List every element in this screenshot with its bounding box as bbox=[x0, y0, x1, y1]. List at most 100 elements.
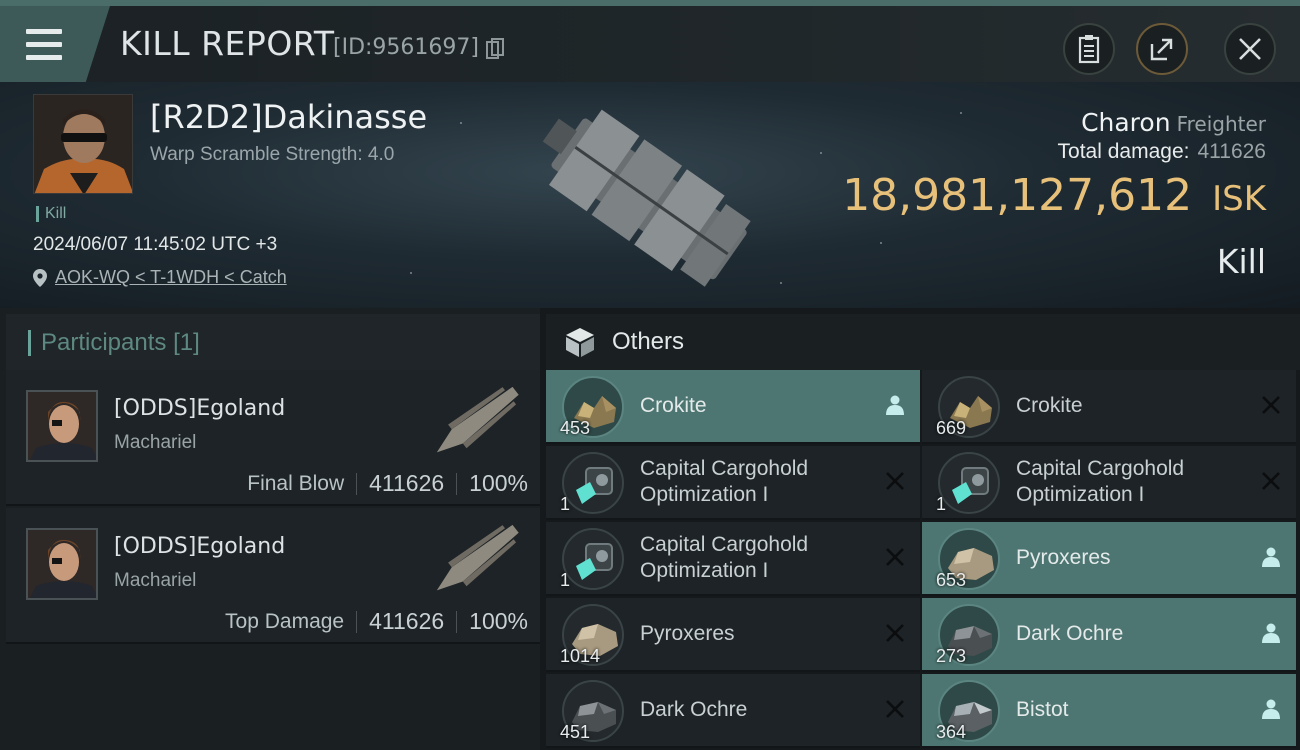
participant-stats: Final Blow 411626 100% bbox=[247, 470, 528, 497]
item-quantity: 1 bbox=[560, 494, 571, 514]
participant-name: [ODDS]Egoland bbox=[114, 534, 286, 559]
item-quantity: 273 bbox=[936, 646, 967, 666]
participant-stats: Top Damage 411626 100% bbox=[225, 608, 528, 635]
share-icon bbox=[1150, 38, 1173, 61]
others-header: Others bbox=[546, 314, 1300, 370]
kill-datetime: 2024/06/07 11:45:02 UTC +3 bbox=[33, 234, 278, 255]
participant-row[interactable]: [ODDS]Egoland Machariel Top Damage 41162… bbox=[6, 508, 540, 644]
item-name: Capital Cargohold Optimization I bbox=[640, 533, 809, 582]
page-title: KILL REPORT bbox=[120, 24, 335, 63]
hamburger-icon bbox=[26, 25, 62, 64]
item-row[interactable]: 364 Bistot bbox=[922, 674, 1296, 748]
participant-ship-image bbox=[436, 524, 519, 591]
ship-image bbox=[542, 109, 751, 287]
close-button[interactable] bbox=[1224, 23, 1276, 75]
header-bar: KILL REPORT [ID:9561697] bbox=[0, 0, 1300, 82]
dropped-icon bbox=[1260, 622, 1282, 644]
rig-icon bbox=[938, 452, 1000, 514]
item-row[interactable]: 1 Capital Cargohold Optimization I bbox=[546, 446, 920, 520]
item-quantity: 1014 bbox=[560, 646, 601, 666]
item-quantity: 653 bbox=[936, 570, 967, 590]
item-name: Dark Ochre bbox=[640, 698, 748, 721]
ship-class: Freighter bbox=[1176, 112, 1266, 136]
participant-ship: Machariel bbox=[114, 432, 197, 453]
item-quantity: 453 bbox=[560, 418, 591, 438]
isk-amount: 18,981,127,612 bbox=[842, 170, 1193, 221]
participants-label: Participants bbox=[41, 329, 167, 356]
avatar bbox=[34, 95, 132, 193]
item-quantity: 1 bbox=[560, 570, 571, 590]
victim-panel: [R2D2]Dakinasse Warp Scramble Strength: … bbox=[0, 82, 1300, 308]
location-pin-icon bbox=[33, 268, 47, 287]
participants-header: Participants [1] bbox=[6, 314, 540, 372]
clipboard-icon bbox=[1078, 35, 1100, 64]
destroyed-icon bbox=[1260, 470, 1282, 492]
warp-scramble-strength: Warp Scramble Strength: 4.0 bbox=[150, 144, 395, 165]
dropped-icon bbox=[1260, 698, 1282, 720]
item-name: Capital Cargohold Optimization I bbox=[640, 457, 809, 506]
dropped-icon bbox=[1260, 546, 1282, 568]
participant-ship-image bbox=[436, 386, 519, 453]
ship-type: Charon bbox=[1081, 108, 1171, 137]
section-marker bbox=[28, 330, 31, 356]
participant-percent: 100% bbox=[469, 608, 528, 634]
item-name: Dark Ochre bbox=[1016, 622, 1124, 645]
participants-count: [1] bbox=[173, 329, 200, 356]
item-name: Crokite bbox=[640, 394, 707, 417]
dropped-icon bbox=[884, 394, 906, 416]
item-row[interactable]: 451 Dark Ochre bbox=[546, 674, 920, 748]
item-row[interactable]: 453 Crokite bbox=[546, 370, 920, 444]
item-row[interactable]: 273 Dark Ochre bbox=[922, 598, 1296, 672]
isk-unit: ISK bbox=[1212, 179, 1266, 219]
kill-result: Kill bbox=[1216, 242, 1266, 281]
ship-name[interactable]: Charon Freighter bbox=[1081, 108, 1266, 137]
kill-tag: Kill bbox=[36, 206, 66, 222]
location-link[interactable]: AOK-WQ < T-1WDH < Catch bbox=[33, 267, 287, 288]
participant-portrait bbox=[26, 528, 98, 600]
report-id: [ID:9561697] bbox=[333, 35, 479, 60]
avatar bbox=[28, 530, 96, 598]
item-name: Crokite bbox=[1016, 394, 1083, 417]
rig-icon bbox=[562, 528, 624, 590]
clipboard-button[interactable] bbox=[1063, 23, 1115, 75]
participant-damage: 411626 bbox=[369, 470, 445, 496]
copy-icon[interactable] bbox=[486, 38, 504, 60]
participant-row[interactable]: [ODDS]Egoland Machariel Final Blow 41162… bbox=[6, 370, 540, 506]
item-quantity: 451 bbox=[560, 722, 591, 742]
destroyed-icon bbox=[884, 546, 906, 568]
item-name: Pyroxeres bbox=[640, 622, 735, 645]
item-row[interactable]: 1 Capital Cargohold Optimization I bbox=[546, 522, 920, 596]
victim-portrait[interactable] bbox=[33, 94, 133, 194]
item-row[interactable]: 653 Pyroxeres bbox=[922, 522, 1296, 596]
participant-portrait bbox=[26, 390, 98, 462]
item-row[interactable]: 1014 Pyroxeres bbox=[546, 598, 920, 672]
isk-value: 18,981,127,612 ISK bbox=[842, 170, 1266, 221]
victim-name[interactable]: [R2D2]Dakinasse bbox=[150, 98, 427, 136]
cube-icon bbox=[566, 328, 594, 357]
menu-button[interactable] bbox=[0, 6, 110, 82]
rig-icon bbox=[562, 452, 624, 514]
participant-role: Final Blow bbox=[247, 471, 345, 495]
close-icon bbox=[1239, 38, 1261, 60]
participant-name: [ODDS]Egoland bbox=[114, 396, 286, 421]
item-name: Bistot bbox=[1016, 698, 1069, 721]
item-quantity: 364 bbox=[936, 722, 967, 742]
item-name: Pyroxeres bbox=[1016, 546, 1111, 569]
destroyed-icon bbox=[1260, 394, 1282, 416]
total-damage: Total damage: 411626 bbox=[1058, 140, 1266, 164]
item-quantity: 669 bbox=[936, 418, 967, 438]
share-button[interactable] bbox=[1136, 23, 1188, 75]
others-panel: Others 453 Crokite 669 Crokite 1 Capital Carg… bbox=[540, 308, 1300, 750]
others-label: Others bbox=[612, 328, 685, 355]
participant-percent: 100% bbox=[469, 470, 528, 496]
item-row[interactable]: 669 Crokite bbox=[922, 370, 1296, 444]
total-damage-value: 411626 bbox=[1197, 140, 1266, 163]
item-quantity: 1 bbox=[936, 494, 947, 514]
participant-ship: Machariel bbox=[114, 570, 197, 591]
destroyed-icon bbox=[884, 470, 906, 492]
participant-role: Top Damage bbox=[225, 609, 345, 633]
item-row[interactable]: 1 Capital Cargohold Optimization I bbox=[922, 446, 1296, 520]
participant-damage: 411626 bbox=[369, 608, 445, 634]
destroyed-icon bbox=[884, 698, 906, 720]
participants-panel: Participants [1] [ODDS]Egoland Machariel… bbox=[0, 308, 540, 750]
